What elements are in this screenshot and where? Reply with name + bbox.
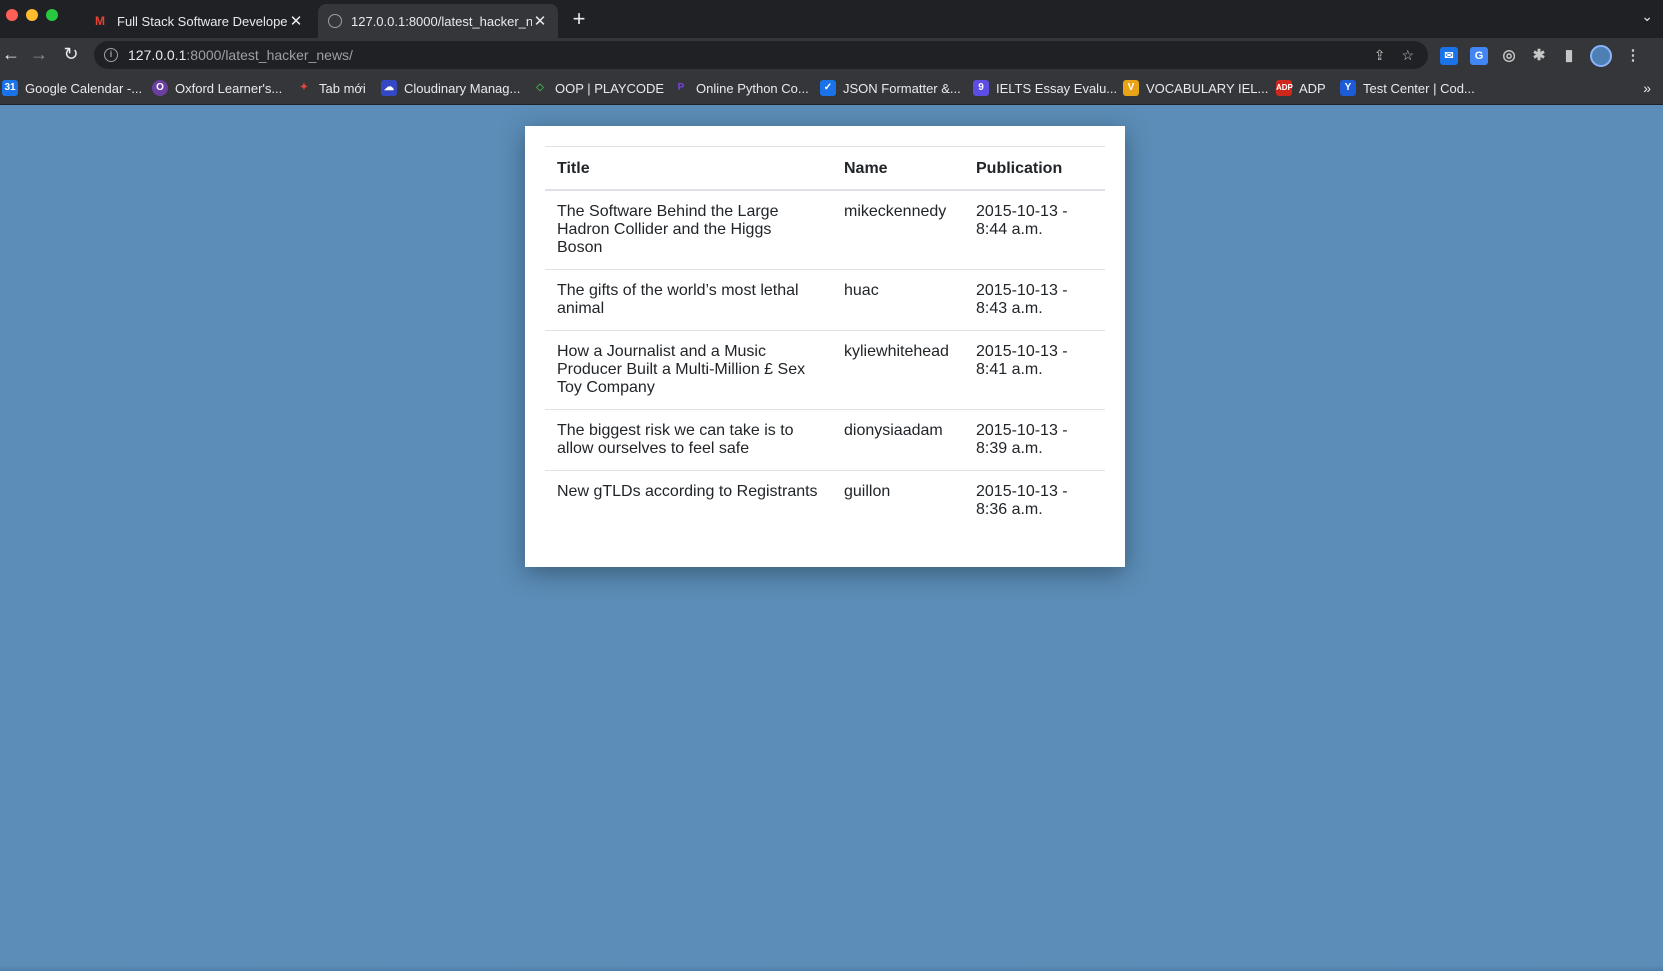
- gmail-icon: M: [95, 14, 105, 28]
- cell-name: mikeckennedy: [844, 203, 947, 220]
- bookmark-tab-moi[interactable]: ✦ Tab mới: [296, 80, 366, 96]
- globe-icon: [328, 14, 342, 28]
- more-bookmarks-chevron-icon[interactable]: »: [1643, 80, 1651, 96]
- hacker-news-table: Title Name Publication The Software Behi…: [545, 146, 1105, 531]
- cell-name: huac: [844, 282, 879, 299]
- tab-bar: M Full Stack Software Developer ✕ 127.0.…: [0, 0, 1663, 38]
- profile-avatar[interactable]: [1590, 45, 1612, 67]
- cell-publication: 2015-10-13 - 8:41 a.m.: [976, 343, 1068, 378]
- cell-publication: 2015-10-13 - 8:44 a.m.: [976, 203, 1068, 238]
- python-icon: P: [677, 82, 685, 93]
- bookmark-label: Test Center | Cod...: [1363, 80, 1475, 96]
- cell-name: kyliewhitehead: [844, 343, 949, 360]
- news-card: Title Name Publication The Software Behi…: [525, 126, 1125, 567]
- bookmark-label: IELTS Essay Evalu...: [996, 80, 1118, 96]
- tab-latest-hacker-news[interactable]: 127.0.0.1:8000/latest_hacker_news/ ✕: [318, 4, 558, 38]
- check-icon: ✓: [820, 80, 836, 96]
- vocab-icon: V: [1123, 80, 1139, 96]
- bookmark-oxford[interactable]: O Oxford Learner's...: [152, 80, 282, 96]
- url-host: 127.0.0.1: [128, 47, 187, 63]
- url-path: :8000/latest_hacker_news/: [186, 47, 353, 63]
- tab-gmail[interactable]: M Full Stack Software Developer ✕: [82, 4, 314, 38]
- bookmark-label: ADP: [1299, 80, 1326, 96]
- column-header-publication: Publication: [976, 160, 1063, 177]
- bookmark-label: Cloudinary Manag...: [404, 80, 521, 96]
- window-close-button[interactable]: [6, 9, 18, 21]
- bookmarks-bar: 31 Google Calendar -... O Oxford Learner's…: [0, 72, 1663, 105]
- bookmark-star-icon[interactable]: ☆: [1401, 47, 1414, 63]
- page-bottom-edge: [0, 965, 1663, 971]
- tab-icon: ✦: [299, 82, 309, 93]
- target-extension-icon[interactable]: ◎: [1500, 47, 1518, 65]
- back-arrow-icon[interactable]: ←: [0, 43, 22, 65]
- bookmark-label: Tab mới: [319, 80, 366, 96]
- page-content: Title Name Publication The Software Behi…: [0, 105, 1663, 971]
- playcode-icon: ◇: [536, 82, 544, 93]
- bookmark-google-calendar[interactable]: 31 Google Calendar -...: [2, 80, 142, 96]
- table-row: How a Journalist and a Music Producer Bu…: [545, 331, 1105, 410]
- table-row: The gifts of the world’s most lethal ani…: [545, 270, 1105, 331]
- side-panel-icon[interactable]: ▮: [1560, 47, 1578, 65]
- address-bar[interactable]: i 127.0.0.1:8000/latest_hacker_news/ ⇪ ☆: [94, 41, 1428, 69]
- bookmark-vocabulary-ielts[interactable]: V VOCABULARY IEL...: [1123, 80, 1268, 96]
- translate-extension-icon[interactable]: G: [1470, 47, 1488, 65]
- tab-title: Full Stack Software Developer: [117, 13, 288, 29]
- share-icon[interactable]: ⇪: [1374, 47, 1386, 63]
- bookmark-label: Google Calendar -...: [25, 80, 143, 96]
- browser-toolbar: ← → ↻ i 127.0.0.1:8000/latest_hacker_new…: [0, 38, 1663, 72]
- reload-icon[interactable]: ↻: [60, 43, 82, 65]
- bookmark-label: VOCABULARY IEL...: [1146, 80, 1269, 96]
- cell-title: The biggest risk we can take is to allow…: [557, 422, 794, 457]
- site-info-icon[interactable]: i: [104, 48, 118, 62]
- bookmark-label: Online Python Co...: [696, 80, 809, 96]
- cell-publication: 2015-10-13 - 8:39 a.m.: [976, 422, 1068, 457]
- bookmark-label: JSON Formatter &...: [843, 80, 961, 96]
- puzzle-extensions-icon[interactable]: ✱: [1530, 47, 1548, 65]
- bookmark-playcode[interactable]: ◇ OOP | PLAYCODE: [532, 80, 664, 96]
- cell-title: How a Journalist and a Music Producer Bu…: [557, 343, 806, 396]
- column-header-name: Name: [844, 160, 888, 177]
- cell-title: The Software Behind the Large Hadron Col…: [557, 203, 779, 256]
- table-row: The Software Behind the Large Hadron Col…: [545, 190, 1105, 270]
- bookmark-cloudinary[interactable]: ☁ Cloudinary Manag...: [381, 80, 520, 96]
- bookmark-test-center[interactable]: Y Test Center | Cod...: [1340, 80, 1475, 96]
- cloudinary-icon: ☁: [381, 80, 397, 96]
- more-menu-icon[interactable]: ⋮: [1624, 47, 1642, 65]
- cell-title: The gifts of the world’s most lethal ani…: [557, 282, 799, 317]
- cell-name: dionysiaadam: [844, 422, 943, 439]
- bookmark-label: OOP | PLAYCODE: [555, 80, 665, 96]
- new-tab-button[interactable]: +: [568, 6, 590, 32]
- mail-extension-icon[interactable]: ✉: [1440, 47, 1458, 65]
- window-maximize-button[interactable]: [46, 9, 58, 21]
- window-minimize-button[interactable]: [26, 9, 38, 21]
- tab-title: 127.0.0.1:8000/latest_hacker_news/: [351, 13, 532, 29]
- close-tab-icon[interactable]: ✕: [532, 12, 548, 30]
- cell-title: New gTLDs according to Registrants: [557, 483, 818, 500]
- testcenter-icon: Y: [1340, 80, 1356, 96]
- close-tab-icon[interactable]: ✕: [288, 12, 304, 30]
- bookmark-adp[interactable]: ADP ADP: [1276, 80, 1326, 96]
- cell-publication: 2015-10-13 - 8:43 a.m.: [976, 282, 1068, 317]
- calendar-icon: 31: [2, 80, 18, 96]
- column-header-title: Title: [557, 160, 590, 177]
- adp-icon: ADP: [1276, 80, 1293, 96]
- table-header-row: Title Name Publication: [545, 146, 1105, 190]
- cell-name: guillon: [844, 483, 891, 500]
- forward-arrow-icon[interactable]: →: [28, 43, 50, 65]
- bookmark-ielts-essay[interactable]: 9 IELTS Essay Evalu...: [973, 80, 1117, 96]
- oxford-icon: O: [152, 80, 168, 96]
- bookmark-json-formatter[interactable]: ✓ JSON Formatter &...: [820, 80, 961, 96]
- tab-search-chevron-icon[interactable]: ⌄: [1641, 8, 1653, 25]
- table-row: New gTLDs according to Registrants guill…: [545, 471, 1105, 532]
- bookmark-label: Oxford Learner's...: [175, 80, 283, 96]
- cell-publication: 2015-10-13 - 8:36 a.m.: [976, 483, 1068, 518]
- ielts-icon: 9: [973, 80, 989, 96]
- bookmark-online-python[interactable]: P Online Python Co...: [673, 80, 809, 96]
- table-row: The biggest risk we can take is to allow…: [545, 410, 1105, 471]
